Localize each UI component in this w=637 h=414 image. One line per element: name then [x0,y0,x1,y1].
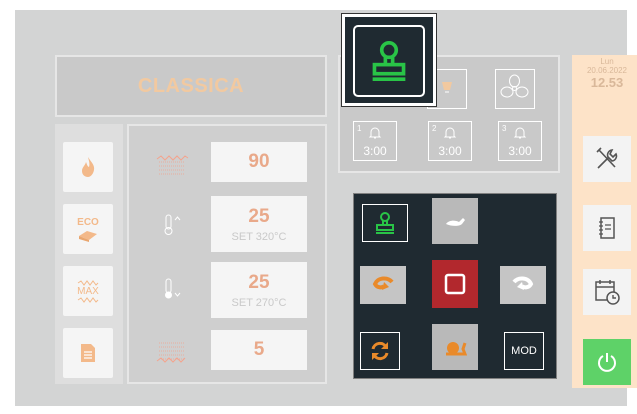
heat-wave-icon [147,150,197,180]
timer-3-time: 3:00 [508,144,532,158]
mod-label: MOD [511,345,537,357]
clock: Lun 20.06.2022 12.53 [572,57,637,90]
power-button[interactable] [583,339,631,385]
max-icon: MAX [77,279,99,303]
value-box-lower-temp[interactable]: 25 SET 270°C [211,262,307,318]
timer-2-number: 2 [432,124,437,133]
clock-time: 12.53 [590,75,624,90]
right-column: Lun 20.06.2022 12.53 [572,55,637,388]
timer-1[interactable]: 1 3:00 [353,121,397,161]
value-box-top[interactable]: 90 [211,142,307,182]
value-bottom: 5 [253,339,265,360]
zoom-stamp-button [353,25,425,97]
stamp-icon [372,41,406,81]
value-upper-temp: 25 [248,205,270,227]
bell-icon [443,127,457,139]
timer-1-number: 1 [357,124,362,133]
flame-icon [82,157,95,177]
value-box-bottom[interactable]: 5 [211,330,307,370]
stamp-button[interactable] [362,204,408,242]
timer-1-time: 3:00 [363,144,387,158]
set-lower-temp: SET 270°C [231,296,287,309]
settings-button[interactable] [583,136,631,182]
eco-icon: ECO [77,217,99,242]
values-panel: 90 25 SET 320°C 25 SET 270°C 5 [127,124,327,384]
power-icon [598,353,616,372]
clock-date: 20.06.2022 [586,66,628,75]
max-label: MAX [77,285,99,297]
schedule-button[interactable] [583,269,631,315]
mode-title: CLASSICA [137,74,245,97]
cycle-button[interactable] [360,332,400,370]
bell-icon [513,127,527,139]
zoom-callout [341,13,437,107]
timer-2-time: 3:00 [438,144,462,158]
rotate-left-icon [372,276,394,290]
mod-button[interactable]: MOD [504,332,544,370]
fan-icon [500,74,529,98]
flame-button[interactable] [63,142,113,192]
sync-icon [371,341,389,361]
rotate-right-icon [512,276,534,290]
slow-button[interactable] [432,324,478,370]
rabbit-icon [446,218,465,226]
set-upper-temp: SET 320°C [231,230,287,243]
eco-label: ECO [77,216,99,228]
rotate-right-button[interactable] [500,266,546,304]
snail-icon [446,342,467,356]
function-column: ECO MAX [55,124,123,384]
stop-icon [444,273,466,295]
recipes-button[interactable] [583,205,631,251]
fast-forward-button[interactable] [432,198,478,244]
bell-icon [368,127,382,139]
heat-grid-icon [147,336,197,366]
max-button[interactable]: MAX [63,266,113,316]
value-lower-temp: 25 [248,271,270,293]
tools-icon [596,147,618,169]
temp-up-icon [147,210,197,240]
document-icon [81,344,95,362]
value-top: 90 [248,151,270,172]
timer-3[interactable]: 3 3:00 [498,121,542,161]
clock-day: Lun [600,57,614,66]
notebook-icon [599,217,615,239]
timer-3-number: 3 [502,124,507,133]
fan-button[interactable] [495,69,535,109]
value-box-upper-temp[interactable]: 25 SET 320°C [211,196,307,252]
movement-control-panel: MOD [353,193,557,379]
temp-down-icon [147,274,197,304]
timer-2[interactable]: 2 3:00 [428,121,472,161]
rotate-left-button[interactable] [360,266,406,304]
oven-control-screen: CLASSICA ECO MAX 90 25 SET 320°C 25 SET … [15,10,637,406]
eco-button[interactable]: ECO [63,204,113,254]
calendar-clock-icon [595,280,620,305]
stamp-icon [376,212,394,234]
mode-title-box[interactable]: CLASSICA [55,55,327,117]
stop-button[interactable] [432,260,478,308]
recipe-button[interactable] [63,328,113,378]
